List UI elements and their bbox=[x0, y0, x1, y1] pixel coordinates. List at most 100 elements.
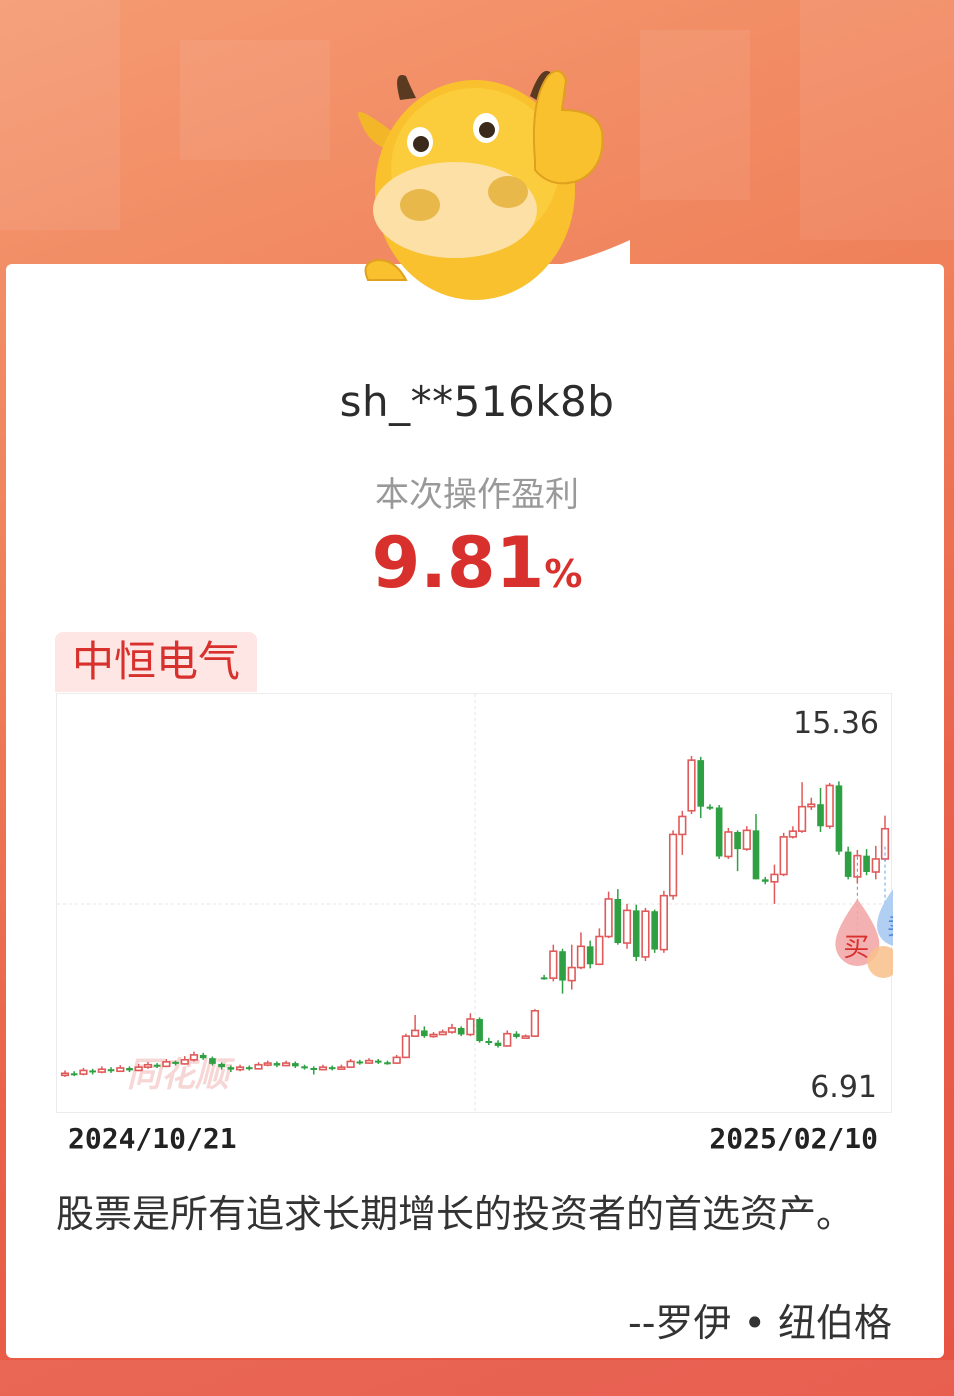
candle-body-down bbox=[863, 855, 870, 872]
candle-body-up bbox=[503, 1032, 512, 1047]
candle-body-up bbox=[346, 1060, 355, 1068]
sell-marker-label: 卖 bbox=[887, 912, 893, 940]
candle-body-down bbox=[356, 1061, 364, 1064]
candle-body-up bbox=[79, 1069, 88, 1075]
candle-body-up bbox=[604, 898, 613, 938]
candle-body-up bbox=[180, 1059, 189, 1065]
candle-body-down bbox=[752, 830, 760, 880]
candle-body-up bbox=[678, 815, 687, 836]
candle-body-down bbox=[844, 851, 852, 877]
stock-name-tag[interactable]: 中恒电气 bbox=[55, 632, 257, 692]
chart-canvas: 同花顺卖买 bbox=[57, 694, 893, 1114]
candle-body-down bbox=[651, 911, 658, 950]
candle-body-up bbox=[567, 966, 576, 982]
candle-body-down bbox=[301, 1066, 308, 1069]
candle-body-up bbox=[337, 1066, 346, 1070]
candle-body-down bbox=[107, 1069, 115, 1072]
candle-body-down bbox=[513, 1033, 520, 1037]
candle-body-down bbox=[227, 1067, 235, 1070]
candle-body-down bbox=[273, 1063, 281, 1066]
candle-body-up bbox=[742, 829, 751, 850]
candle-body-down bbox=[614, 898, 622, 944]
candle-body-up bbox=[410, 1029, 420, 1037]
candle-body-up bbox=[438, 1031, 447, 1036]
candle-body-up bbox=[622, 909, 632, 944]
candle-body-up bbox=[641, 910, 650, 958]
candle-body-up bbox=[392, 1056, 401, 1064]
chart-max-label: 15.36 bbox=[793, 706, 879, 741]
candle-body-down bbox=[328, 1067, 336, 1070]
candle-body-up bbox=[724, 831, 733, 858]
candle-body-up bbox=[549, 950, 558, 979]
candle-body-up bbox=[254, 1063, 263, 1070]
candle-body-down bbox=[126, 1067, 133, 1071]
candle-body-up bbox=[521, 1035, 530, 1039]
candle-body-up bbox=[401, 1035, 411, 1059]
candle-body-up bbox=[871, 858, 880, 873]
candle-body-down bbox=[715, 807, 723, 857]
candle-body-up bbox=[530, 1010, 540, 1037]
candle-body-down bbox=[697, 760, 705, 807]
chart-date-start: 2024/10/21 bbox=[68, 1122, 237, 1155]
profit-value: 9.81% bbox=[0, 522, 954, 604]
candle-body-up bbox=[595, 935, 604, 966]
candle-body-up bbox=[189, 1054, 199, 1061]
candle-body-down bbox=[632, 910, 640, 957]
candle-body-down bbox=[421, 1030, 428, 1037]
candle-body-up bbox=[97, 1068, 106, 1073]
candle-body-down bbox=[218, 1063, 225, 1068]
candle-body-down bbox=[199, 1054, 207, 1059]
candle-body-up bbox=[162, 1061, 171, 1068]
candle-body-down bbox=[761, 879, 769, 882]
candle-body-up bbox=[143, 1063, 153, 1068]
candle-body-up bbox=[779, 836, 788, 876]
candle-body-down bbox=[485, 1041, 493, 1044]
candle-body-down bbox=[310, 1067, 318, 1070]
candle-body-down bbox=[153, 1064, 161, 1067]
candle-body-up bbox=[659, 894, 668, 951]
candle-body-up bbox=[788, 830, 797, 838]
candle-body-down bbox=[734, 831, 741, 850]
candle-body-down bbox=[209, 1058, 216, 1064]
chart-min-label: 6.91 bbox=[810, 1070, 877, 1105]
candle-body-up bbox=[60, 1072, 70, 1077]
candlestick-chart[interactable]: 同花顺卖买 15.36 6.91 bbox=[56, 693, 893, 1114]
candle-body-down bbox=[172, 1061, 179, 1064]
quote-author: --罗伊 • 纽伯格 bbox=[628, 1301, 892, 1345]
candle-body-down bbox=[476, 1018, 483, 1042]
buy-marker-label: 买 bbox=[843, 933, 869, 963]
candle-body-up bbox=[318, 1066, 328, 1071]
candle-body-up bbox=[466, 1018, 475, 1036]
candle-body-up bbox=[807, 803, 816, 808]
candle-body-up bbox=[668, 833, 678, 897]
candle-body-up bbox=[116, 1067, 125, 1073]
candle-body-up bbox=[429, 1033, 438, 1038]
candle-body-down bbox=[559, 951, 566, 981]
candle-body-up bbox=[770, 873, 779, 883]
candle-body-down bbox=[457, 1027, 465, 1035]
candle-body-down bbox=[70, 1073, 78, 1076]
candle-body-up bbox=[797, 805, 807, 832]
chart-date-end: 2025/02/10 bbox=[709, 1122, 878, 1155]
candle-body-down bbox=[292, 1063, 299, 1067]
candle-body-up bbox=[263, 1062, 272, 1066]
candle-body-down bbox=[586, 946, 594, 965]
profit-number: 9.81 bbox=[371, 522, 545, 604]
candle-body-up bbox=[687, 759, 696, 812]
candle-body-down bbox=[494, 1042, 502, 1046]
candle-body-up bbox=[825, 784, 834, 828]
candle-body-up bbox=[576, 945, 586, 969]
profit-label: 本次操作盈利 bbox=[375, 475, 579, 515]
candle-body-down bbox=[374, 1060, 382, 1063]
candle-body-down bbox=[540, 977, 548, 980]
username: sh_**516k8b bbox=[339, 377, 615, 426]
candle-body-down bbox=[835, 785, 843, 852]
candle-body-down bbox=[89, 1070, 96, 1073]
candle-body-down bbox=[384, 1062, 391, 1065]
candle-body-down bbox=[245, 1067, 253, 1070]
candle-body-up bbox=[134, 1066, 143, 1072]
candle-body-up bbox=[235, 1066, 245, 1071]
candle-body-down bbox=[817, 804, 824, 827]
profit-unit: % bbox=[544, 552, 583, 596]
mascot-cow-icon bbox=[358, 69, 630, 330]
